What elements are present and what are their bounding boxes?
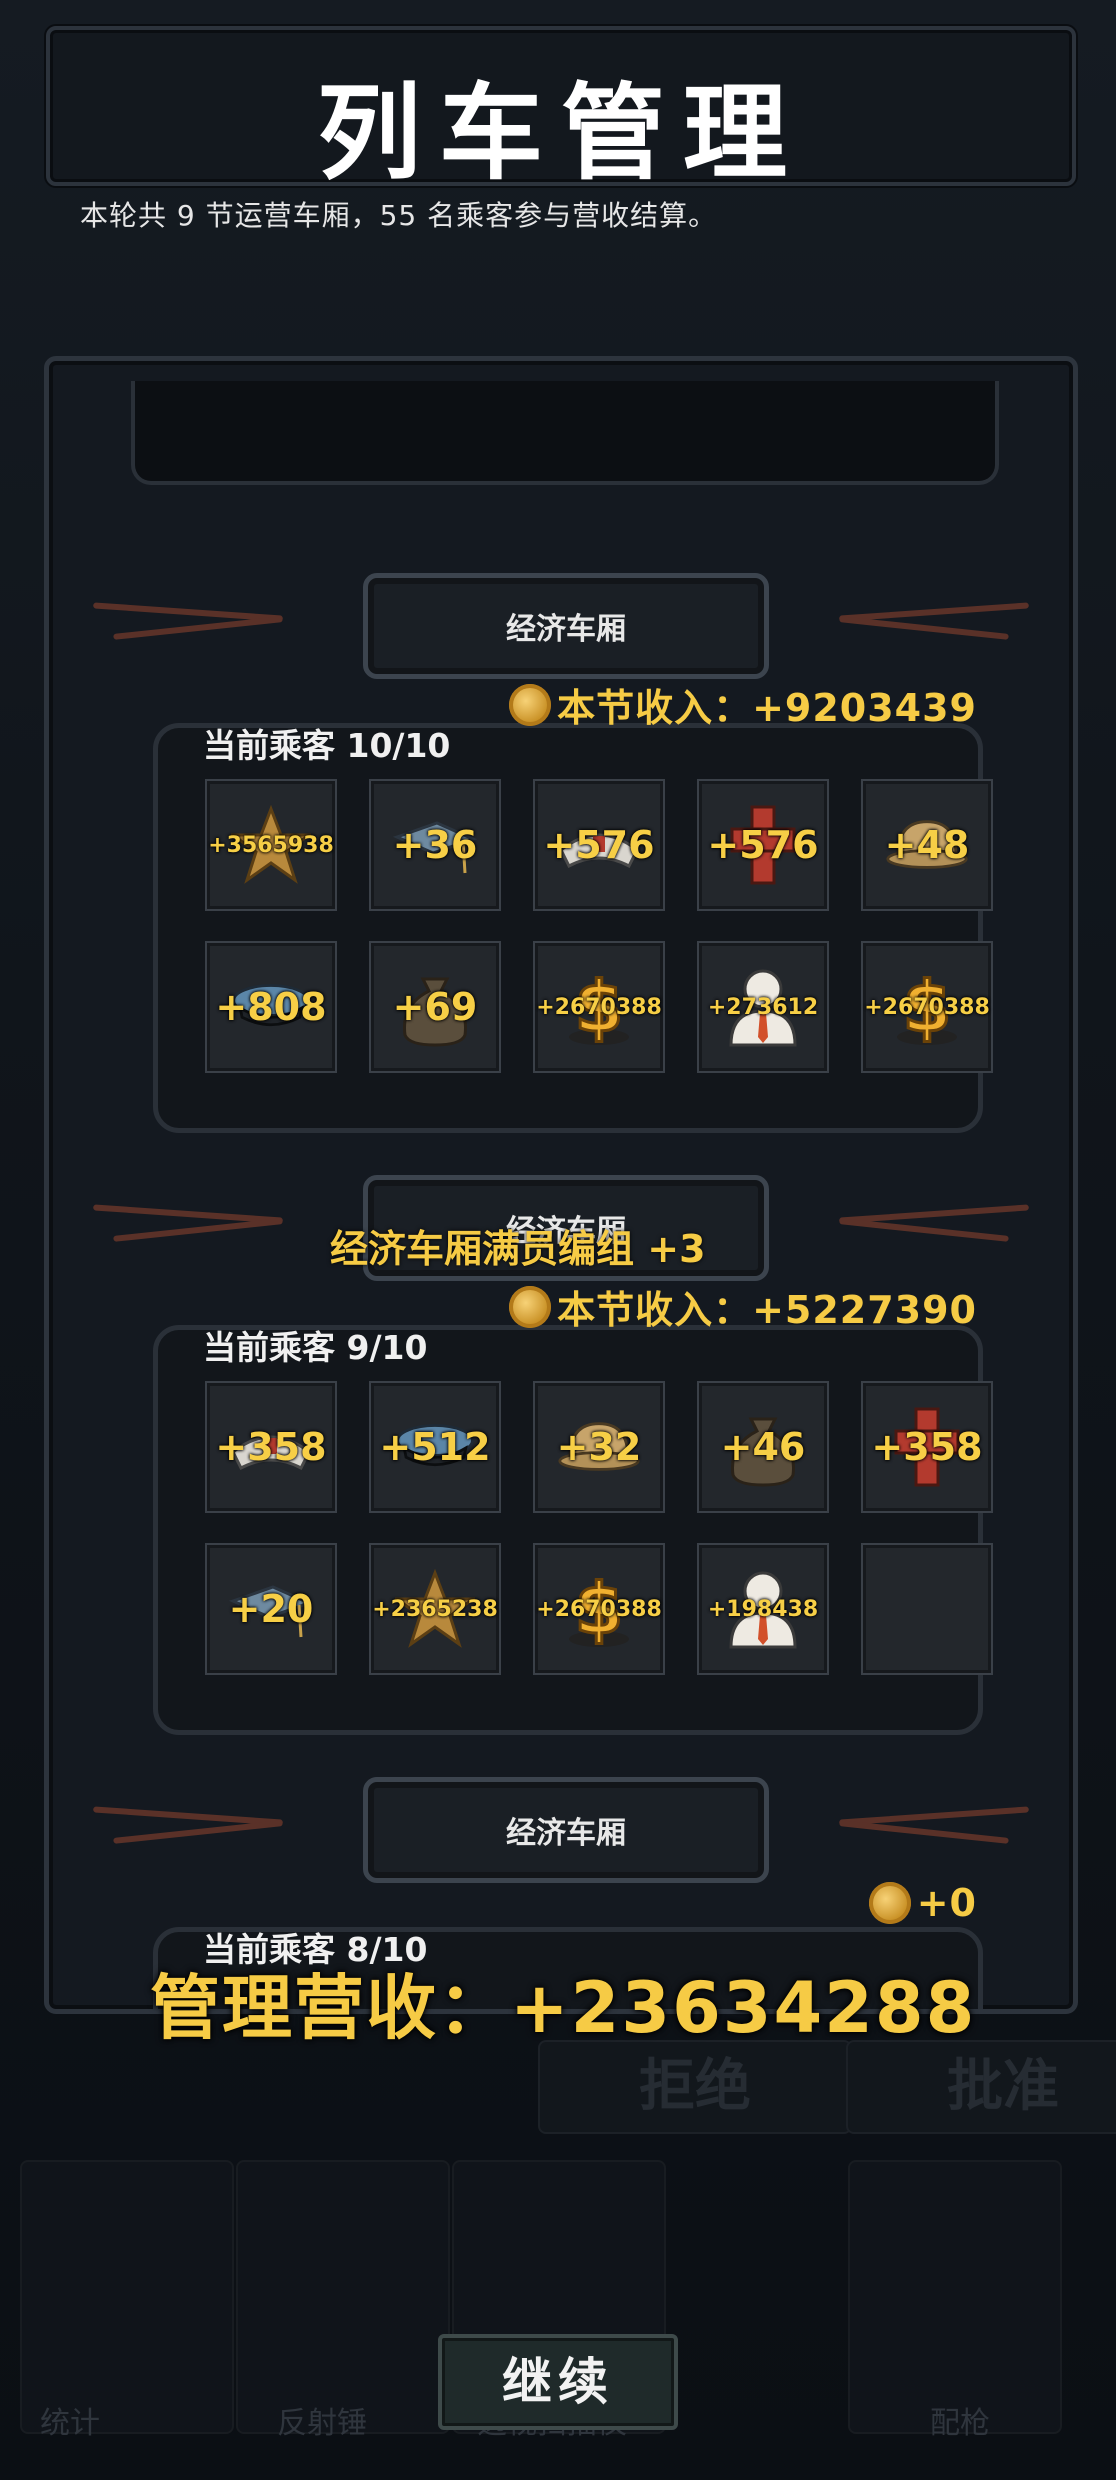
tool-label-stats: 统计: [40, 2406, 100, 2441]
passenger-revenue: +20: [228, 1587, 314, 1631]
passenger-slot[interactable]: $ +2670388: [533, 941, 665, 1073]
car-income: 本节收入：+5227390: [509, 1279, 977, 1334]
train-panel[interactable]: 经济车厢 本节收入：+9203439 当前乘客 10/10 +3565938 +3…: [44, 356, 1078, 2014]
car-horn-left: [93, 1806, 293, 1847]
tool-label-gun: 配枪: [930, 2406, 990, 2441]
passenger-slot[interactable]: +20: [205, 1543, 337, 1675]
coin-icon: [509, 683, 552, 726]
passenger-revenue: +36: [392, 823, 478, 867]
passenger-revenue: +2365238: [372, 1596, 498, 1622]
passenger-revenue: +69: [392, 985, 478, 1029]
passenger-revenue: +358: [215, 1425, 327, 1469]
car-horn-right: [829, 1204, 1029, 1245]
passenger-revenue: +3565938: [208, 832, 334, 858]
passenger-revenue: +46: [720, 1425, 806, 1469]
passenger-slot[interactable]: +512: [369, 1381, 501, 1513]
passenger-revenue: +576: [707, 823, 819, 867]
passenger-slot[interactable]: +273612: [697, 941, 829, 1073]
passenger-revenue: +576: [543, 823, 655, 867]
reject-button-background: 拒绝: [538, 2040, 852, 2134]
car-income-label: +0: [916, 1881, 977, 1925]
passenger-revenue: +48: [884, 823, 970, 867]
car-income-label: 本节收入：+9203439: [557, 686, 977, 730]
car-horn-left: [93, 1204, 293, 1245]
passenger-revenue: +2670388: [864, 994, 990, 1020]
car-horn-right: [829, 1806, 1029, 1847]
car-name: 经济车厢: [506, 612, 626, 647]
passenger-count: 当前乘客 10/10: [203, 726, 451, 765]
passenger-revenue: +2670388: [536, 1596, 662, 1622]
passenger-revenue: +512: [379, 1425, 491, 1469]
page-title: 列车管理: [316, 72, 805, 194]
passenger-grid: +3565938 +36 +576 +576 +48 +808 +69 $ +2670388 +2…: [205, 779, 993, 1073]
passenger-revenue: +32: [556, 1425, 642, 1469]
passenger-slot[interactable]: $ +2670388: [861, 941, 993, 1073]
bonus-banner: 经济车厢满员编组 +3: [330, 1227, 706, 1271]
car-income: 本节收入：+9203439: [509, 677, 977, 732]
passenger-slot[interactable]: $ +2670388: [533, 1543, 665, 1675]
approve-button-background: 批准: [846, 2040, 1116, 2134]
passenger-count: 当前乘客 9/10: [203, 1328, 428, 1367]
total-revenue: 管理营收：+23634288: [150, 1967, 977, 2049]
previous-car-bottom: [131, 381, 999, 485]
passenger-slot[interactable]: +32: [533, 1381, 665, 1513]
coin-icon: [868, 1882, 911, 1924]
title-frame: 列车管理: [46, 26, 1076, 194]
passenger-slot[interactable]: +69: [369, 941, 501, 1073]
train-car-1: 经济车厢 本节收入：+9203439 当前乘客 10/10 +3565938 +3…: [93, 573, 1029, 1133]
passenger-revenue: +808: [215, 985, 327, 1029]
passenger-slot[interactable]: +358: [861, 1381, 993, 1513]
passenger-slot[interactable]: +358: [205, 1381, 337, 1513]
car-income-label: 本节收入：+5227390: [557, 1288, 977, 1332]
passenger-revenue: +358: [871, 1425, 983, 1469]
car-horn-right: [829, 602, 1029, 643]
tool-panel-stats: [20, 2160, 234, 2434]
passenger-slot[interactable]: +808: [205, 941, 337, 1073]
car-name-plate: 经济车厢: [363, 573, 769, 679]
car-name-plate: 经济车厢: [363, 1777, 769, 1883]
continue-button[interactable]: 继续: [438, 2334, 678, 2430]
coin-icon: [509, 1285, 552, 1328]
passenger-slot[interactable]: +3565938: [205, 779, 337, 911]
passenger-grid: +358 +512 +32 +46 +358 +20 +2365238 $ +2670388 +1…: [205, 1381, 993, 1675]
passenger-revenue: +198438: [707, 1596, 819, 1622]
passenger-slot[interactable]: +48: [861, 779, 993, 911]
passenger-slot[interactable]: +198438: [697, 1543, 829, 1675]
passenger-slot[interactable]: +36: [369, 779, 501, 911]
car-name: 经济车厢: [506, 1816, 626, 1851]
tool-panel-reflex-hammer: [236, 2160, 450, 2434]
car-horn-left: [93, 602, 293, 643]
round-summary: 本轮共 9 节运营车厢，55 名乘客参与营收结算。: [80, 199, 718, 232]
passenger-slot[interactable]: +576: [533, 779, 665, 911]
passenger-slot[interactable]: +2365238: [369, 1543, 501, 1675]
passenger-revenue: +2670388: [536, 994, 662, 1020]
passenger-slot[interactable]: +46: [697, 1381, 829, 1513]
passenger-revenue: +273612: [707, 994, 819, 1020]
passenger-slot[interactable]: +576: [697, 779, 829, 911]
passenger-slot[interactable]: [861, 1543, 993, 1675]
tool-panel-gun: [848, 2160, 1062, 2434]
tool-label-reflex-hammer: 反射锤: [277, 2406, 367, 2441]
car-income: +0: [868, 1881, 977, 1925]
